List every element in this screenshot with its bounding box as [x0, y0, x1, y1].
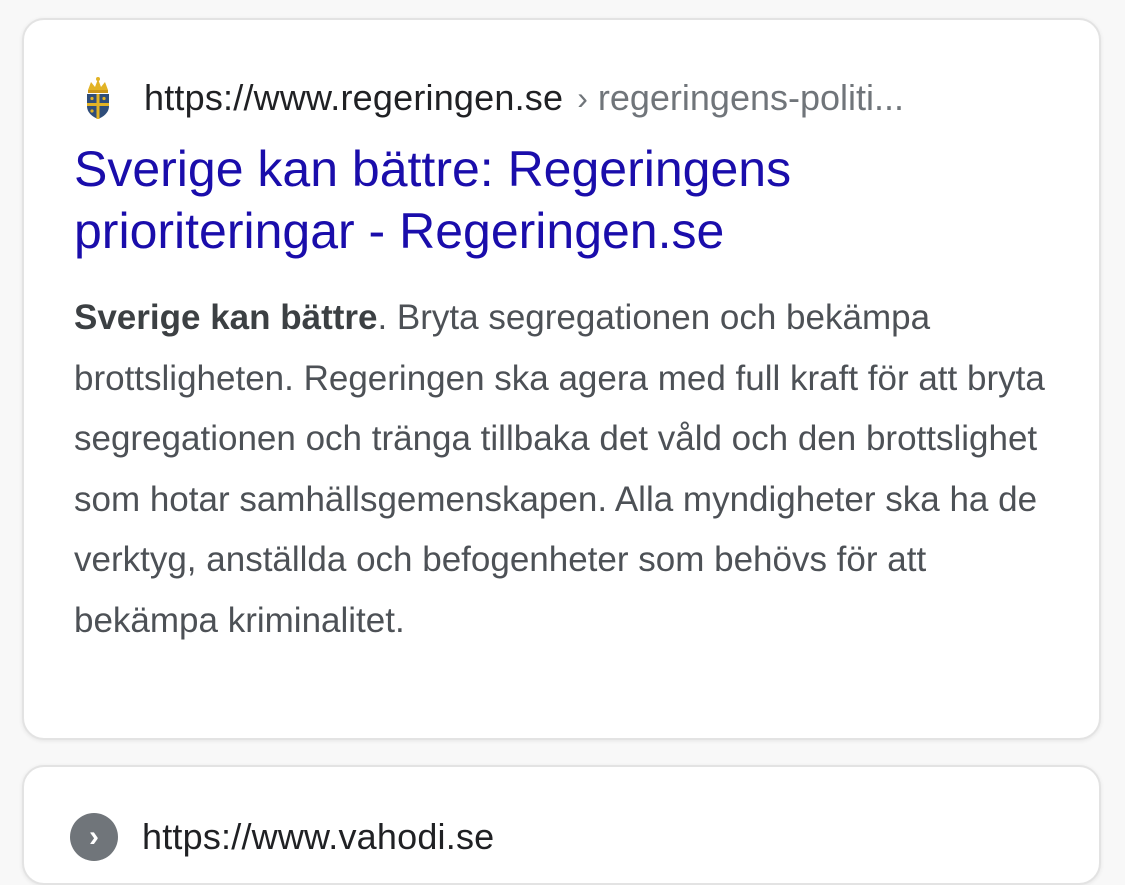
chevron-right-circle-icon: ›	[70, 813, 118, 861]
result-title-link[interactable]: Sverige kan bättre: Regeringens priorite…	[74, 138, 1034, 262]
result-url-domain: https://www.regeringen.se	[144, 77, 564, 118]
result-title-line2[interactable]: prioriteringar - Regeringen.se	[74, 203, 724, 259]
result-url-path: regeringens-politi...	[597, 77, 905, 118]
search-result-card-2[interactable]: › https://www.vahodi.se	[22, 765, 1101, 885]
result-snippet: Sverige kan bättre. Bryta segregationen …	[74, 288, 1059, 651]
snippet-highlight: Sverige kan bättre	[74, 298, 378, 337]
result-url-domain-2: https://www.vahodi.se	[142, 816, 495, 857]
search-result-card[interactable]: https://www.regeringen.se › regeringens-…	[22, 18, 1101, 740]
snippet-text: . Bryta segregationen och bekämpa brotts…	[74, 298, 1045, 640]
result-title-line1[interactable]: Sverige kan bättre: Regeringens	[74, 141, 791, 197]
breadcrumb-separator: ›	[577, 79, 588, 116]
result-source-2[interactable]: › https://www.vahodi.se	[70, 812, 494, 862]
swedish-crown-shield-icon	[87, 77, 109, 119]
result-source[interactable]: https://www.regeringen.se › regeringens-…	[82, 75, 1059, 121]
